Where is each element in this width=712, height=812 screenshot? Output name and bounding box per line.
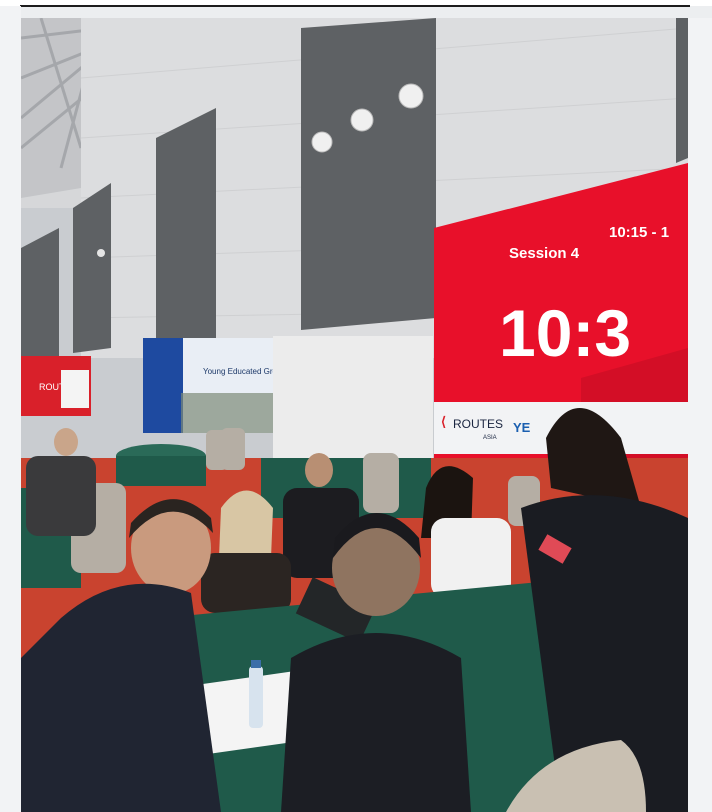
booth-banner-skyline bbox=[181, 393, 273, 433]
session-label: Session 4 bbox=[509, 245, 580, 262]
booth-banner-blue bbox=[143, 338, 183, 433]
table-back-1-cloth bbox=[116, 456, 206, 486]
dark-wall-panel-edge bbox=[21, 228, 59, 363]
dark-wall-panel-large bbox=[301, 18, 436, 330]
sponsor-logo-text: ROUTES bbox=[453, 417, 503, 431]
vent-2 bbox=[350, 108, 374, 132]
event-photo: ROUTES Young Educated Growing. Session 4… bbox=[21, 18, 688, 812]
left-margin bbox=[0, 6, 21, 812]
booth-wall-white bbox=[273, 336, 433, 466]
dark-wall-panel-right bbox=[676, 18, 688, 163]
photo-scene: ROUTES Young Educated Growing. Session 4… bbox=[21, 18, 688, 812]
sponsor-logo-mark: ⟨ bbox=[441, 414, 446, 429]
countdown-clock: 10:3 bbox=[499, 296, 631, 370]
sponsor-logo-sub: ASIA bbox=[483, 435, 497, 441]
divider-line bbox=[20, 5, 690, 7]
vent-1 bbox=[311, 131, 333, 153]
partner-logo-text: YE bbox=[513, 420, 531, 435]
dark-wall-panel-mid bbox=[156, 108, 216, 348]
paper-sheet bbox=[196, 671, 301, 755]
water-bottle-cap bbox=[251, 660, 261, 668]
right-margin bbox=[688, 18, 712, 812]
session-time: 10:15 - 1 bbox=[609, 224, 669, 241]
left-booth-poster bbox=[61, 370, 89, 408]
vent-4 bbox=[97, 249, 105, 257]
water-bottle bbox=[249, 666, 263, 728]
dark-wall-panel-small bbox=[73, 183, 111, 353]
vent-3 bbox=[398, 83, 424, 109]
